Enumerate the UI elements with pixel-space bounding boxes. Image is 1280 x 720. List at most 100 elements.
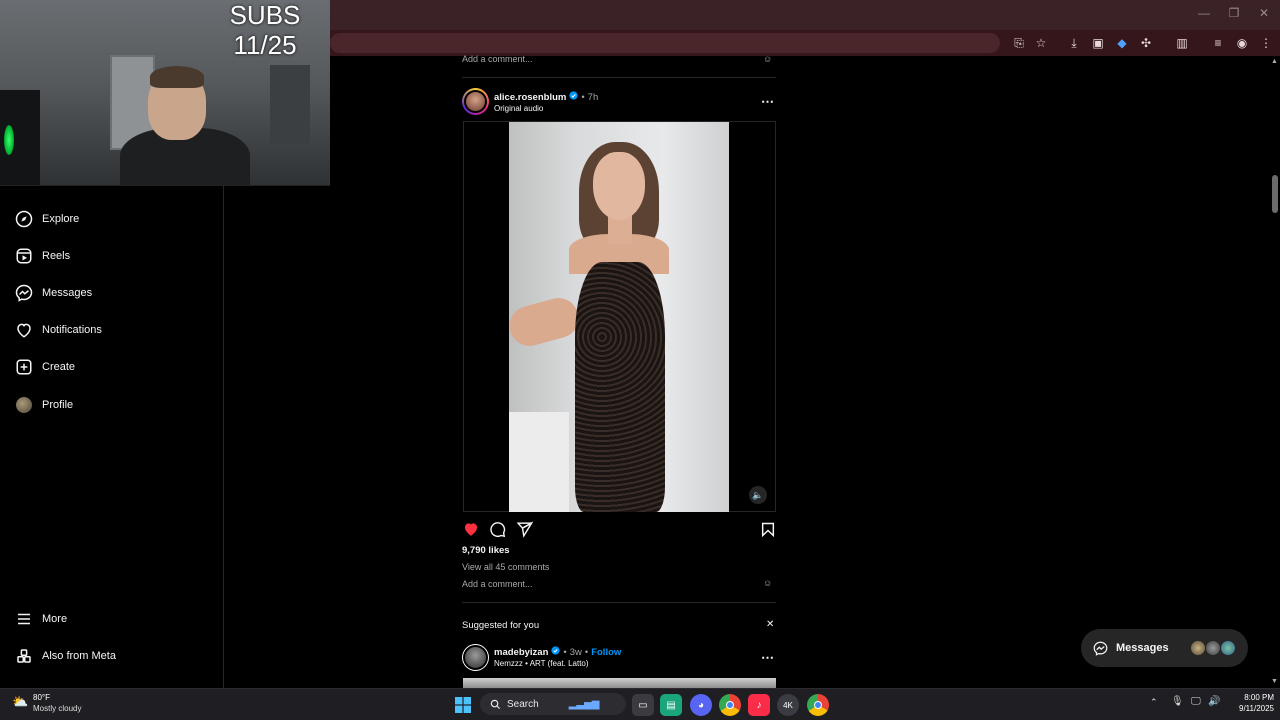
tray-overflow-icon[interactable]: ⌃ <box>1150 697 1158 708</box>
network-icon[interactable]: 🖵 <box>1191 696 1201 707</box>
download-icon[interactable]: ⤓ <box>1066 36 1082 50</box>
address-bar[interactable] <box>330 33 1000 53</box>
emoji-icon[interactable]: ☺ <box>763 578 772 588</box>
sidebar-item-profile[interactable]: Profile <box>14 393 73 417</box>
weather-temp[interactable]: 80°F <box>33 693 50 702</box>
post-username[interactable]: alice.rosenblum <box>494 92 566 103</box>
sidebar-item-label: Explore <box>42 213 80 225</box>
profile-icon[interactable]: ◉ <box>1234 36 1250 50</box>
page-scrollbar[interactable] <box>1270 56 1280 688</box>
previous-comment-input[interactable]: Add a comment... <box>462 54 533 64</box>
cam-person-hair <box>150 66 204 88</box>
emoji-icon[interactable]: ☺ <box>763 54 772 64</box>
post-options-icon[interactable]: ⋯ <box>761 94 775 110</box>
task-view-icon[interactable]: ▭ <box>632 694 654 716</box>
install-app-icon[interactable]: ⎘ <box>1011 36 1027 50</box>
reading-list-icon[interactable]: ≡ <box>1210 36 1226 50</box>
microphone-icon[interactable]: 🎙 <box>1171 696 1184 707</box>
sidebar-item-also-from-meta[interactable]: Also from Meta <box>14 644 116 668</box>
extension-blue-icon[interactable]: ◆ <box>1114 36 1130 50</box>
search-highlight-icon: ▂▃▅▆ <box>568 698 600 710</box>
suggested-author-avatar[interactable] <box>462 644 489 671</box>
sidebar-item-label: Create <box>42 361 76 373</box>
app-icon[interactable]: ▤ <box>660 694 682 716</box>
like-icon[interactable] <box>462 520 480 538</box>
restore-icon[interactable]: ❐ <box>1224 6 1244 20</box>
subs-counter: SUBS 11/25 <box>200 0 330 60</box>
follow-button[interactable]: Follow <box>591 647 621 658</box>
post-time[interactable]: 7h <box>588 92 599 103</box>
scroll-down-icon[interactable]: ▼ <box>1271 678 1278 685</box>
4k-downloader-icon[interactable]: 4K <box>777 694 799 716</box>
sidebar-item-more[interactable]: More <box>14 607 67 631</box>
discord-icon[interactable]: ◕ <box>690 694 712 716</box>
save-bookmark-icon[interactable] <box>759 520 777 538</box>
weather-desc[interactable]: Mostly cloudy <box>33 704 81 713</box>
sidepanel-icon[interactable]: ▥ <box>1174 36 1190 50</box>
suggested-username[interactable]: madebyizan <box>494 647 548 658</box>
music-app-icon[interactable]: ♪ <box>748 694 770 716</box>
sidebar-item-label: Also from Meta <box>42 650 116 662</box>
clock-date[interactable]: 9/11/2025 <box>1226 704 1274 713</box>
extensions-puzzle-icon[interactable]: ✣ <box>1138 36 1154 50</box>
post-divider <box>462 602 776 603</box>
search-icon <box>490 699 501 710</box>
scroll-up-icon[interactable]: ▲ <box>1271 58 1278 65</box>
suggested-options-icon[interactable]: ⋯ <box>761 650 775 666</box>
start-icon[interactable] <box>452 694 474 716</box>
video-arm <box>509 293 583 351</box>
avatar <box>14 395 34 415</box>
likes-count[interactable]: 9,790 likes <box>462 545 510 556</box>
chrome-icon[interactable] <box>719 694 741 716</box>
reel-video[interactable] <box>509 122 729 512</box>
subs-count: 11/25 <box>233 30 297 60</box>
suggested-heading: Suggested for you <box>462 620 540 631</box>
meta-apps-icon <box>14 646 34 666</box>
cam-rgb-light <box>4 125 14 155</box>
suggested-audio[interactable]: Nemzzz • ART (feat. Latto) <box>494 659 589 668</box>
sidebar-item-create[interactable]: Create <box>14 355 75 379</box>
clock-time[interactable]: 8:00 PM <box>1232 693 1274 702</box>
sidebar-item-label: Notifications <box>42 324 102 336</box>
share-icon[interactable] <box>515 520 533 538</box>
audio-toggle-icon[interactable]: 🔈 <box>749 486 767 504</box>
post-author-avatar[interactable] <box>462 88 489 115</box>
comment-icon[interactable] <box>488 520 506 538</box>
suggested-header: madebyizan • 3w • Follow <box>494 646 621 658</box>
volume-icon[interactable]: 🔊 <box>1208 696 1220 707</box>
sidebar-item-notifications[interactable]: Notifications <box>14 318 102 342</box>
sidebar-item-label: Reels <box>42 250 71 262</box>
post-audio[interactable]: Original audio <box>494 104 543 113</box>
heart-icon <box>14 320 34 340</box>
minimize-icon[interactable]: — <box>1194 6 1214 20</box>
suggested-media[interactable] <box>463 678 776 688</box>
suggested-time: 3w <box>569 646 582 658</box>
weather-icon[interactable]: ⛅ <box>12 694 28 710</box>
close-window-icon[interactable]: ✕ <box>1254 6 1274 20</box>
sidebar-item-explore[interactable]: Explore <box>14 207 79 231</box>
dismiss-suggested-icon[interactable]: ✕ <box>766 619 774 630</box>
post-divider <box>462 77 776 78</box>
sidebar-item-messages[interactable]: Messages <box>14 281 92 305</box>
video-dress <box>575 262 665 512</box>
sidebar-item-label: Messages <box>42 287 93 299</box>
search-label: Search <box>507 698 539 710</box>
bookmark-star-icon[interactable]: ☆ <box>1033 36 1049 50</box>
messages-pill-label: Messages <box>1116 642 1169 654</box>
reels-icon <box>14 246 34 266</box>
browser-menu-icon[interactable]: ⋮ <box>1258 36 1274 50</box>
scrollbar-thumb[interactable] <box>1272 175 1278 213</box>
sidebar-item-reels[interactable]: Reels <box>14 244 70 268</box>
comment-input[interactable]: Add a comment... <box>462 579 533 589</box>
chrome-active-icon[interactable] <box>807 694 829 716</box>
plus-square-icon <box>14 357 34 377</box>
dot-separator: • <box>581 91 585 103</box>
taskbar-search[interactable]: Search ▂▃▅▆ <box>480 693 626 715</box>
post-header: alice.rosenblum • 7h <box>494 91 598 103</box>
sidebar-item-label: More <box>42 613 68 625</box>
cam-background-door-dark <box>270 65 310 145</box>
messenger-icon <box>1093 641 1108 656</box>
extension-icon[interactable]: ▣ <box>1090 36 1106 50</box>
view-comments-link[interactable]: View all 45 comments <box>462 562 549 572</box>
hamburger-icon <box>14 609 34 629</box>
